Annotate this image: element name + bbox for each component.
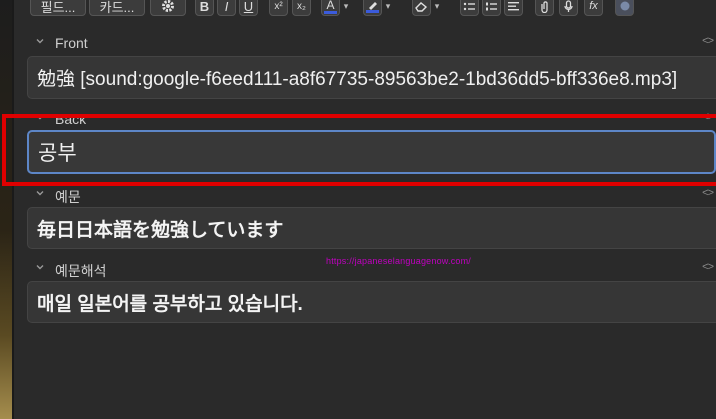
bullet-list-icon [463, 2, 475, 10]
html-toggle-icon[interactable]: <> [702, 261, 714, 273]
bold-label: B [199, 0, 210, 14]
subscript-button[interactable]: x₂ [292, 0, 311, 16]
html-toggle-icon[interactable]: <> [702, 35, 714, 47]
cards-button-label: 카드... [99, 0, 135, 15]
field-editor-back[interactable]: 공부 [27, 130, 716, 174]
chevron-down-icon[interactable] [34, 35, 46, 47]
math-button[interactable]: fx [584, 0, 603, 16]
numbered-list-icon [486, 2, 497, 10]
bullet-list-button[interactable] [460, 0, 479, 16]
field-editor-example[interactable]: 毎日日本語を勉強しています [27, 207, 716, 249]
underline-label: U [243, 0, 254, 14]
background-strip [0, 0, 14, 419]
function-label: fx [589, 0, 598, 12]
field-header-example[interactable]: 예문 <> [14, 184, 716, 206]
align-button[interactable] [504, 0, 523, 16]
addon-button[interactable] [615, 0, 634, 16]
field-editor-front[interactable]: 勉強 [sound:google-f6eed111-a8f67735-89563… [27, 56, 716, 99]
chevron-down-icon[interactable]: ▾ [383, 0, 393, 15]
superscript-button[interactable]: x² [269, 0, 288, 16]
text-color-label: A [326, 0, 335, 12]
field-header-front[interactable]: Front <> [14, 32, 716, 54]
italic-label: I [224, 0, 229, 14]
eraser-icon [415, 1, 428, 12]
underline-button[interactable]: U [239, 0, 258, 16]
chevron-down-icon[interactable]: ▾ [432, 0, 442, 15]
gear-icon [162, 0, 174, 12]
italic-button[interactable]: I [217, 0, 236, 16]
field-value-example-translation: 매일 일본어를 공부하고 있습니다. [37, 293, 303, 315]
options-button[interactable] [150, 0, 186, 16]
watermark-text: https://japaneselanguagenow.com/ [326, 256, 471, 266]
cards-button[interactable]: 카드... [89, 0, 145, 16]
field-editor-example-translation[interactable]: 매일 일본어를 공부하고 있습니다. [27, 281, 716, 323]
highlighter-icon [368, 1, 377, 10]
bold-button[interactable]: B [195, 0, 214, 16]
field-label-example: 예문 [55, 189, 81, 205]
addon-icon [620, 1, 629, 11]
field-value-front: 勉強 [sound:google-f6eed111-a8f67735-89563… [37, 69, 678, 90]
chevron-down-icon[interactable] [34, 111, 46, 123]
highlight-button[interactable] [363, 0, 382, 16]
editor-toolbar: 필드... 카드... B I U x² x₂ A ▾ ▾ ▾ fx [14, 0, 716, 18]
html-toggle-icon[interactable]: <> [702, 187, 714, 199]
field-label-back: Back [55, 111, 87, 127]
superscript-label: x² [274, 0, 283, 12]
chevron-down-icon[interactable]: ▾ [341, 0, 351, 15]
field-label-front: Front [55, 35, 88, 51]
fields-button[interactable]: 필드... [30, 0, 86, 16]
field-label-example-translation: 예문해석 [55, 263, 107, 279]
text-color-bar [324, 10, 337, 14]
microphone-icon [564, 0, 573, 12]
attach-button[interactable] [535, 0, 554, 16]
field-value-back: 공부 [38, 142, 77, 165]
numbered-list-button[interactable] [482, 0, 501, 16]
fields-button-label: 필드... [40, 0, 76, 15]
record-audio-button[interactable] [559, 0, 578, 16]
paperclip-icon [541, 0, 548, 13]
html-toggle-icon[interactable]: <> [702, 111, 714, 123]
eraser-button[interactable] [412, 0, 431, 16]
chevron-down-icon[interactable] [34, 187, 46, 199]
align-left-icon [508, 1, 519, 10]
highlight-color-bar [366, 9, 379, 13]
subscript-label: x₂ [297, 0, 306, 12]
field-header-back[interactable]: Back <> [14, 108, 716, 130]
field-value-example: 毎日日本語を勉強しています [37, 219, 284, 241]
text-color-button[interactable]: A [321, 0, 340, 16]
chevron-down-icon[interactable] [34, 261, 46, 273]
